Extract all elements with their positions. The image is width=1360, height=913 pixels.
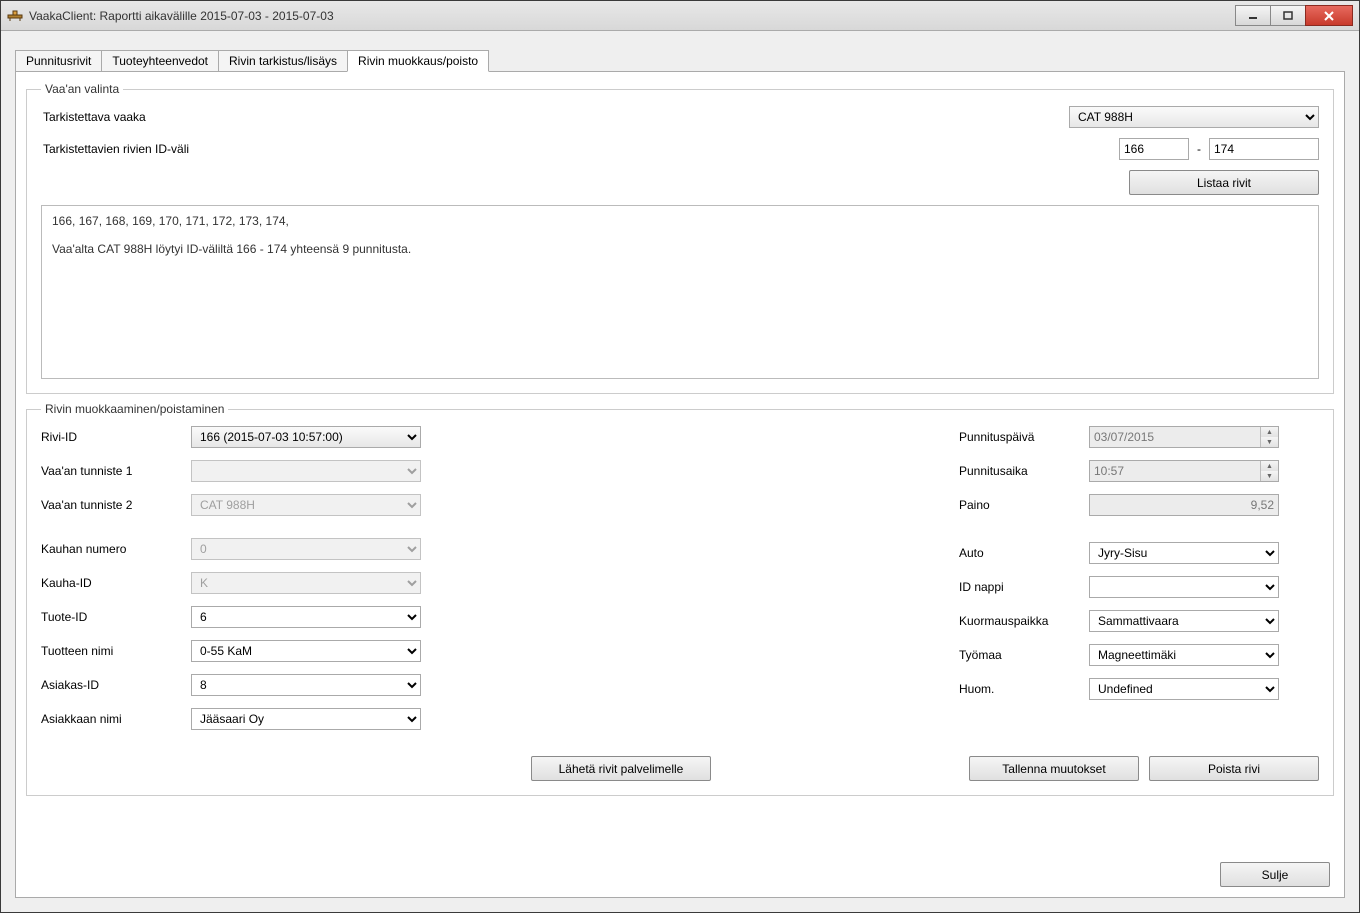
weigh-time-spinbox: ▲▼ <box>1089 460 1279 482</box>
product-id-label: Tuote-ID <box>41 610 191 624</box>
app-icon <box>7 8 23 24</box>
results-log[interactable]: 166, 167, 168, 169, 170, 171, 172, 173, … <box>41 205 1319 379</box>
weigh-time-label: Punnitusaika <box>959 464 1089 478</box>
tab-tuoteyhteenvedot[interactable]: Tuoteyhteenvedot <box>101 50 219 72</box>
worksite-select[interactable]: Magneettimäki <box>1089 644 1279 666</box>
tab-rivin-muokkaus[interactable]: Rivin muokkaus/poisto <box>347 50 489 72</box>
spin-up-icon: ▲ <box>1261 427 1278 437</box>
send-rows-button[interactable]: Lähetä rivit palvelimelle <box>531 756 711 781</box>
client-area: Punnitusrivit Tuoteyhteenvedot Rivin tar… <box>1 31 1359 912</box>
id-to-input[interactable] <box>1209 138 1319 160</box>
weigh-date-spinbox: ▲▼ <box>1089 426 1279 448</box>
right-column: Punnituspäivä ▲▼ Punnitusaika <box>959 426 1319 742</box>
scale-tag2-label: Vaa'an tunniste 2 <box>41 498 191 512</box>
idnappi-label: ID nappi <box>959 580 1089 594</box>
row-edit-legend: Rivin muokkaaminen/poistaminen <box>41 402 228 416</box>
row-id-select[interactable]: 166 (2015-07-03 10:57:00) <box>191 426 421 448</box>
scale-tag2-select: CAT 988H <box>191 494 421 516</box>
note-label: Huom. <box>959 682 1089 696</box>
delete-row-button[interactable]: Poista rivi <box>1149 756 1319 781</box>
scale-selection-group: Vaa'an valinta Tarkistettava vaaka CAT 9… <box>26 82 1334 394</box>
bucket-no-select: 0 <box>191 538 421 560</box>
scale-tag1-label: Vaa'an tunniste 1 <box>41 464 191 478</box>
title-bar: VaakaClient: Raportti aikavälille 2015-0… <box>1 1 1359 31</box>
save-changes-button[interactable]: Tallenna muutokset <box>969 756 1139 781</box>
weigh-time-input <box>1090 461 1260 481</box>
tab-punnitusrivit[interactable]: Punnitusrivit <box>15 50 102 72</box>
vehicle-label: Auto <box>959 546 1089 560</box>
tab-panel: Vaa'an valinta Tarkistettava vaaka CAT 9… <box>15 71 1345 898</box>
weight-label: Paino <box>959 498 1089 512</box>
note-select[interactable]: Undefined <box>1089 678 1279 700</box>
product-name-label: Tuotteen nimi <box>41 644 191 658</box>
weight-input <box>1089 494 1279 516</box>
bucket-no-label: Kauhan numero <box>41 542 191 556</box>
loadplace-label: Kuormauspaikka <box>959 614 1089 628</box>
product-id-select[interactable]: 6 <box>191 606 421 628</box>
weigh-date-input <box>1090 427 1260 447</box>
list-rows-button[interactable]: Listaa rivit <box>1129 170 1319 195</box>
window-buttons <box>1236 5 1353 26</box>
tab-rivin-tarkistus[interactable]: Rivin tarkistus/lisäys <box>218 50 348 72</box>
loadplace-select[interactable]: Sammattivaara <box>1089 610 1279 632</box>
idrange-label: Tarkistettavien rivien ID-väli <box>41 142 221 156</box>
spin-up-icon: ▲ <box>1261 461 1278 471</box>
maximize-button[interactable] <box>1270 5 1306 26</box>
row-id-label: Rivi-ID <box>41 430 191 444</box>
customer-id-label: Asiakas-ID <box>41 678 191 692</box>
vehicle-select[interactable]: Jyry-Sisu <box>1089 542 1279 564</box>
tab-strip: Punnitusrivit Tuoteyhteenvedot Rivin tar… <box>15 49 1345 71</box>
scale-label: Tarkistettava vaaka <box>41 110 221 124</box>
scale-tag1-select <box>191 460 421 482</box>
spin-down-icon: ▼ <box>1261 471 1278 481</box>
customer-name-select[interactable]: Jääsaari Oy <box>191 708 421 730</box>
product-name-select[interactable]: 0-55 KaM <box>191 640 421 662</box>
bucket-id-select: K <box>191 572 421 594</box>
bucket-id-label: Kauha-ID <box>41 576 191 590</box>
id-from-input[interactable] <box>1119 138 1189 160</box>
row-edit-group: Rivin muokkaaminen/poistaminen Rivi-ID 1… <box>26 402 1334 796</box>
worksite-label: Työmaa <box>959 648 1089 662</box>
customer-id-select[interactable]: 8 <box>191 674 421 696</box>
scale-select[interactable]: CAT 988H <box>1069 106 1319 128</box>
window-title: VaakaClient: Raportti aikavälille 2015-0… <box>29 9 1236 23</box>
close-button[interactable] <box>1305 5 1353 26</box>
app-window: VaakaClient: Raportti aikavälille 2015-0… <box>0 0 1360 913</box>
spin-down-icon: ▼ <box>1261 437 1278 447</box>
weigh-date-label: Punnituspäivä <box>959 430 1089 444</box>
customer-name-label: Asiakkaan nimi <box>41 712 191 726</box>
close-dialog-button[interactable]: Sulje <box>1220 862 1330 887</box>
scale-selection-legend: Vaa'an valinta <box>41 82 123 96</box>
left-column: Rivi-ID 166 (2015-07-03 10:57:00) Vaa'an… <box>41 426 481 742</box>
idrange-dash: - <box>1197 142 1201 156</box>
idnappi-select[interactable] <box>1089 576 1279 598</box>
minimize-button[interactable] <box>1235 5 1271 26</box>
